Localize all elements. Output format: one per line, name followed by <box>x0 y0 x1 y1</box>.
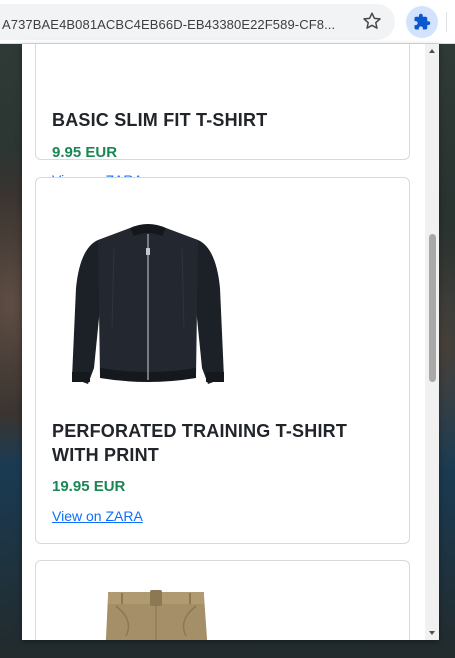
view-on-zara-link[interactable]: View on ZARA <box>52 508 143 524</box>
bomber-jacket-image <box>72 224 224 384</box>
scroll-up-arrow-icon[interactable] <box>425 44 439 58</box>
product-card: PERFORATED TRAINING T-SHIRT WITH PRINT 1… <box>35 177 410 544</box>
extensions-button[interactable] <box>406 6 438 38</box>
url-text: A737BAE4B081ACBC4EB66D-EB43380E22F589-CF… <box>2 17 336 32</box>
scroll-down-arrow-icon[interactable] <box>425 626 439 640</box>
extension-popup: BASIC SLIM FIT T-SHIRT 9.95 EUR View on … <box>22 44 439 640</box>
puzzle-piece-icon <box>414 13 431 30</box>
product-card <box>35 560 410 640</box>
product-card: BASIC SLIM FIT T-SHIRT 9.95 EUR View on … <box>35 44 410 188</box>
scrollbar[interactable] <box>425 44 439 640</box>
toolbar-divider <box>446 12 447 32</box>
product-price: 19.95 EUR <box>52 478 126 495</box>
scrollbar-thumb[interactable] <box>429 234 436 382</box>
product-list[interactable]: BASIC SLIM FIT T-SHIRT 9.95 EUR View on … <box>22 44 425 640</box>
browser-toolbar: A737BAE4B081ACBC4EB66D-EB43380E22F589-CF… <box>0 0 455 44</box>
address-bar[interactable]: A737BAE4B081ACBC4EB66D-EB43380E22F589-CF… <box>0 4 395 40</box>
product-title: BASIC SLIM FIT T-SHIRT <box>52 110 268 130</box>
product-price: 9.95 EUR <box>52 144 118 161</box>
product-title: PERFORATED TRAINING T-SHIRT WITH PRINT <box>52 421 348 465</box>
star-icon[interactable] <box>361 10 383 32</box>
khaki-trousers-image <box>105 590 208 640</box>
